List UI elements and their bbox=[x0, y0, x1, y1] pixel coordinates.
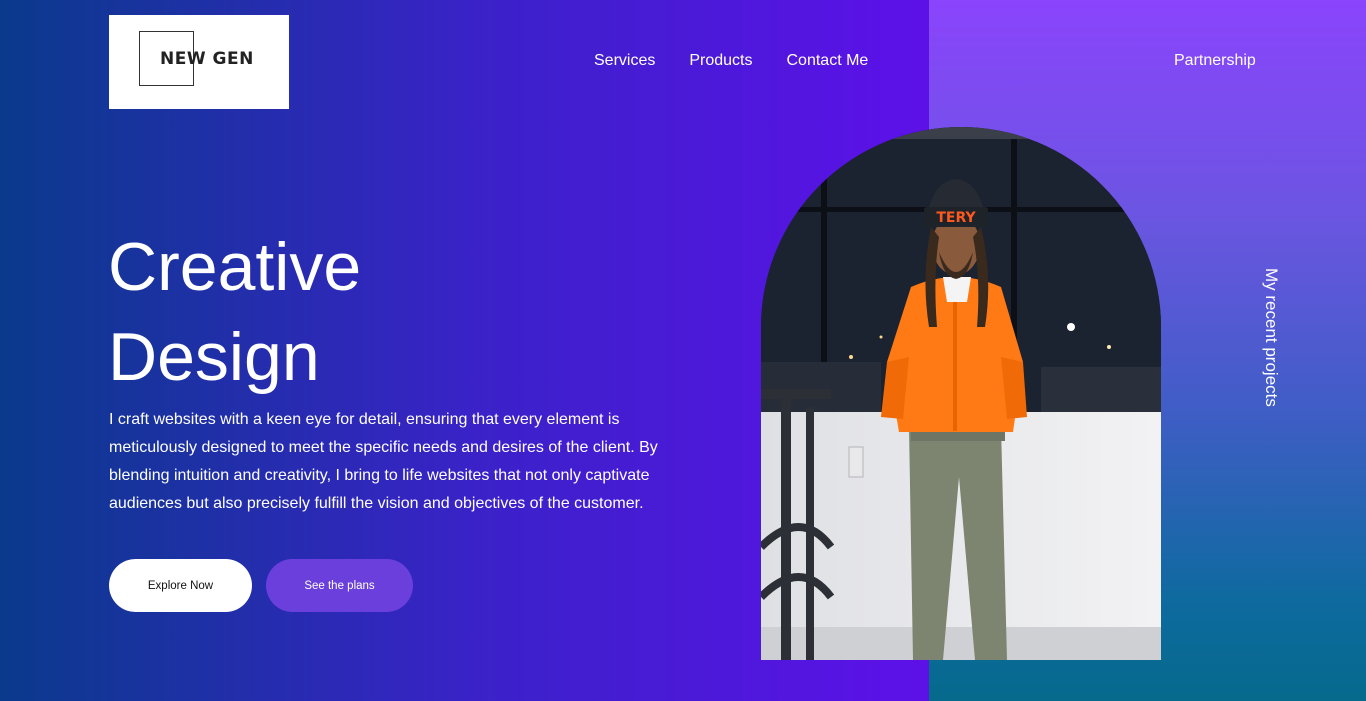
explore-now-button[interactable]: Explore Now bbox=[109, 559, 252, 612]
logo-text: NEW GEN bbox=[160, 49, 254, 69]
hero-title-line-2: Design bbox=[108, 319, 320, 395]
nav-item-contact-me[interactable]: Contact Me bbox=[787, 52, 869, 70]
main-nav: Services Products Contact Me bbox=[594, 52, 868, 70]
portrait-photo: TERY bbox=[761, 127, 1161, 660]
see-the-plans-button[interactable]: See the plans bbox=[266, 559, 413, 612]
portrait-illustration: TERY bbox=[761, 127, 1161, 660]
hero-description: I craft websites with a keen eye for det… bbox=[109, 411, 658, 512]
beanie-logo-text: TERY bbox=[936, 210, 976, 226]
nav-item-partnership[interactable]: Partnership bbox=[1174, 52, 1256, 70]
recent-projects-link[interactable]: My recent projects bbox=[1261, 268, 1281, 407]
nav-item-products[interactable]: Products bbox=[689, 52, 752, 70]
hero-title-line-1: Creative bbox=[108, 229, 362, 305]
hero-page: NEW GEN Services Products Contact Me Par… bbox=[0, 0, 1366, 701]
logo[interactable]: NEW GEN bbox=[109, 15, 289, 109]
nav-item-services[interactable]: Services bbox=[594, 52, 655, 70]
hero-title: Creative Design bbox=[108, 222, 361, 402]
